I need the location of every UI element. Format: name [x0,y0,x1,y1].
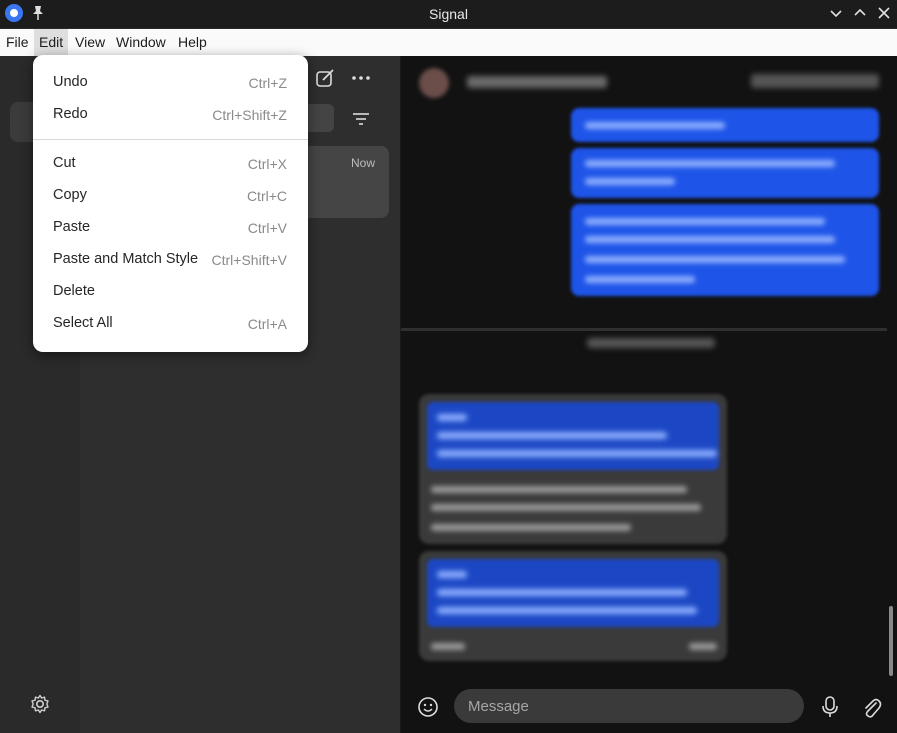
filter-icon[interactable] [351,110,371,128]
menu-item-shortcut: Ctrl+V [247,220,287,236]
menu-item-shortcut: Ctrl+Z [248,75,288,91]
menu-item-label: Redo [53,106,88,122]
menu-item-label: Delete [53,283,95,299]
scrollbar[interactable] [889,606,893,676]
unread-divider-label [587,338,715,348]
menu-item-shortcut: Ctrl+C [246,188,287,204]
close-icon[interactable] [876,5,892,21]
menu-item-paste-and-match-style[interactable]: Paste and Match Style Ctrl+Shift+V [33,244,308,276]
chevron-down-icon[interactable] [828,5,844,21]
menu-item-label: Cut [53,155,76,171]
menu-item-shortcut: Ctrl+Shift+Z [212,107,287,123]
menu-item-cut[interactable]: Cut Ctrl+X [33,148,308,180]
menu-item-label: Copy [53,187,87,203]
more-icon[interactable] [350,67,372,89]
menu-separator [33,139,308,140]
conversation-time: Now [350,156,375,170]
message-bubble-outgoing[interactable] [571,148,879,198]
compose-icon[interactable] [314,67,336,89]
menu-file[interactable]: File [1,29,34,56]
message-input[interactable] [454,689,804,723]
window-title: Signal [429,6,468,22]
edit-menu-dropdown: Undo Ctrl+Z Redo Ctrl+Shift+Z Cut Ctrl+X… [33,55,308,352]
menu-view[interactable]: View [70,29,110,56]
menu-item-label: Paste [53,219,91,235]
gear-icon[interactable] [29,693,51,715]
attach-icon[interactable] [860,695,882,719]
unread-divider [401,328,887,331]
quoted-message[interactable] [427,559,719,627]
menu-item-shortcut: Ctrl+Shift+V [211,252,287,268]
menu-item-shortcut: Ctrl+X [247,156,287,172]
menu-item-label: Undo [53,74,88,90]
menu-help[interactable]: Help [173,29,212,56]
contact-name-redacted[interactable] [467,76,607,88]
menu-item-delete[interactable]: Delete [33,276,308,308]
menu-bar: File Edit View Window Help [0,29,897,56]
header-actions-redacted[interactable] [751,74,879,88]
message-bubble-outgoing[interactable] [571,204,879,296]
message-bubble-outgoing[interactable] [571,108,879,142]
menu-item-select-all[interactable]: Select All Ctrl+A [33,308,308,340]
menu-item-label: Select All [53,315,113,331]
title-bar: Signal [0,0,897,29]
menu-item-copy[interactable]: Copy Ctrl+C [33,180,308,212]
menu-item-label: Paste and Match Style [53,251,199,267]
message-bubble-incoming[interactable] [419,394,727,544]
menu-item-shortcut: Ctrl+A [247,316,287,332]
menu-item-undo[interactable]: Undo Ctrl+Z [33,67,308,99]
mic-icon[interactable] [820,695,840,719]
emoji-icon[interactable] [417,696,439,718]
menu-item-paste[interactable]: Paste Ctrl+V [33,212,308,244]
chevron-up-icon[interactable] [852,5,868,21]
menu-edit[interactable]: Edit [34,29,69,56]
conversation-pane [401,56,897,733]
quoted-message[interactable] [427,402,719,470]
message-bubble-incoming[interactable] [419,551,727,661]
avatar[interactable] [419,68,449,98]
menu-window[interactable]: Window [111,29,171,56]
menu-item-redo[interactable]: Redo Ctrl+Shift+Z [33,99,308,131]
